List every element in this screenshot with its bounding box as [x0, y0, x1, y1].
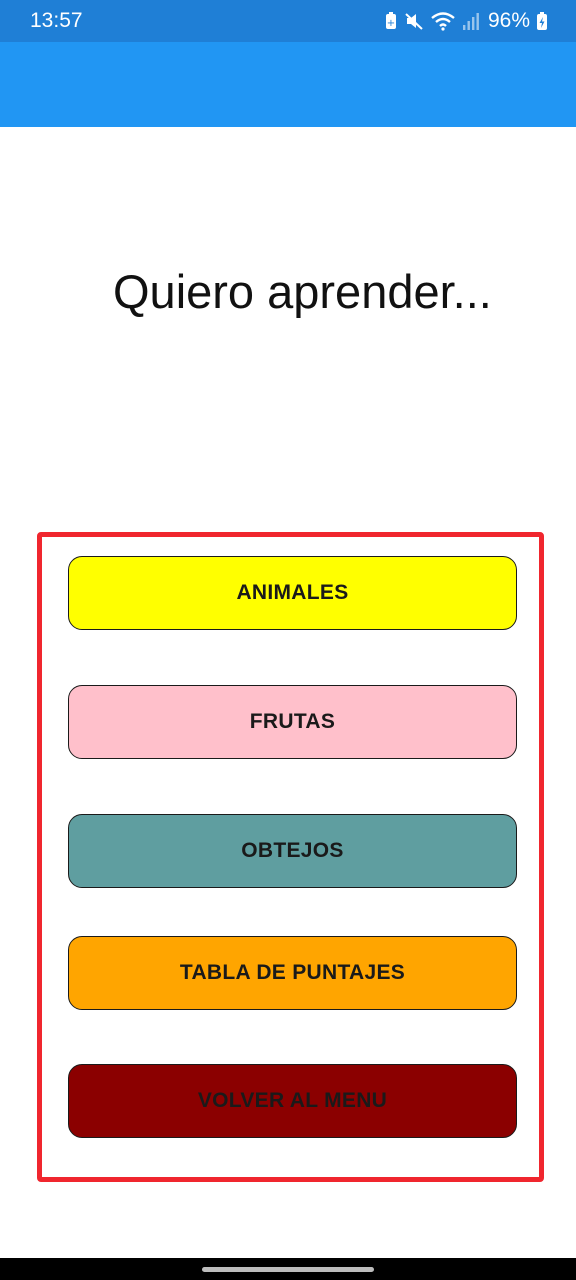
- scores-table-button[interactable]: TABLA DE PUNTAJES: [68, 936, 517, 1010]
- objetos-button[interactable]: OBTEJOS: [68, 814, 517, 888]
- wifi-icon: [431, 12, 455, 31]
- frutas-button[interactable]: FRUTAS: [68, 685, 517, 759]
- navigation-bar: [0, 1258, 576, 1280]
- home-handle[interactable]: [202, 1267, 374, 1272]
- app-bar: [0, 42, 576, 127]
- battery-percent: 96%: [487, 9, 530, 32]
- animales-button[interactable]: ANIMALES: [68, 556, 517, 630]
- page-title: Quiero aprender...: [113, 265, 492, 318]
- menu-highlight-box: ANIMALES FRUTAS OBTEJOS TABLA DE PUNTAJE…: [37, 532, 544, 1182]
- status-icons: + 96%: [384, 9, 548, 33]
- back-to-menu-button[interactable]: VOLVER AL MENU: [68, 1064, 517, 1138]
- mute-icon: [405, 13, 423, 30]
- battery-saver-icon: +: [385, 12, 396, 29]
- svg-text:+: +: [387, 18, 395, 29]
- status-time: 13:57: [30, 9, 83, 32]
- battery-charging-icon: [537, 12, 547, 30]
- status-bar: 13:57 + 96%: [0, 0, 576, 42]
- signal-icon: [462, 13, 479, 30]
